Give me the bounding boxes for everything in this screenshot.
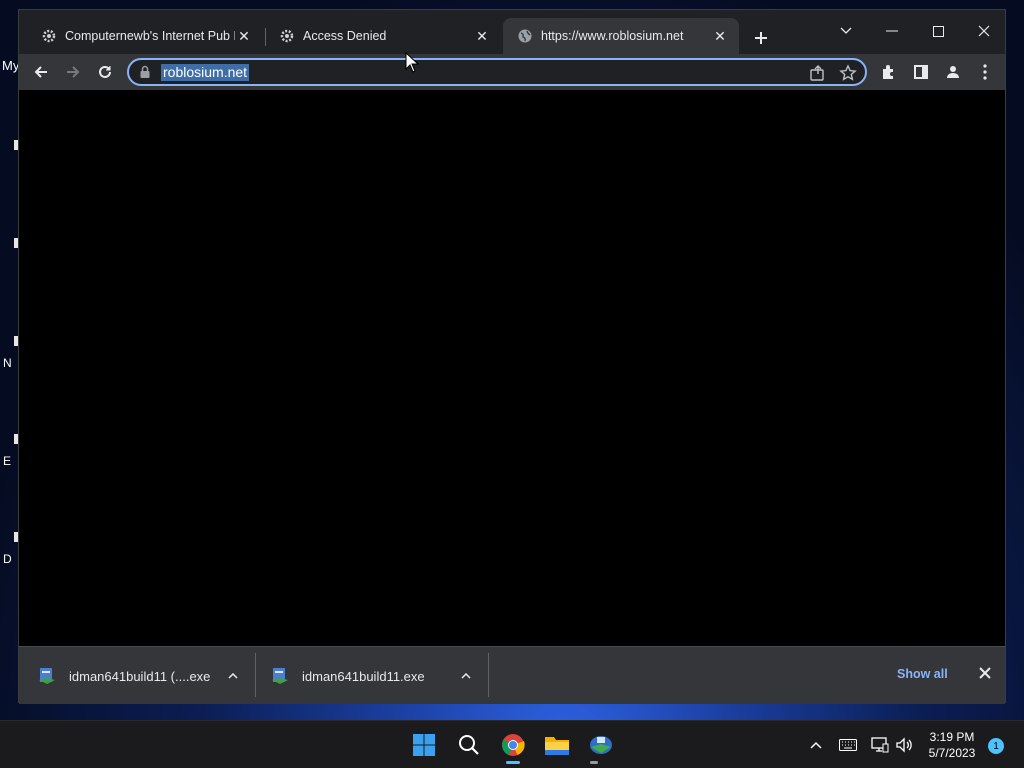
tab-strip: Computernewb's Internet Pub H ✕ Access D… xyxy=(19,10,1005,54)
show-all-downloads-link[interactable]: Show all xyxy=(897,667,948,681)
desktop-icon[interactable]: E xyxy=(0,414,20,474)
taskbar: 3:19 PM 5/7/2023 1 xyxy=(0,720,1024,768)
close-tab-icon[interactable]: ✕ xyxy=(711,27,729,45)
reload-icon xyxy=(99,65,111,78)
show-hidden-icons-chevron-up-icon[interactable] xyxy=(806,736,826,754)
running-app-indicator xyxy=(590,761,598,764)
download-filename: idman641build11.exe xyxy=(302,668,425,684)
idm-installer-icon xyxy=(272,668,288,684)
windows-start-icon[interactable] xyxy=(410,731,438,759)
back-arrow-icon xyxy=(34,66,47,78)
tab-title: Access Denied xyxy=(303,29,387,43)
desktop-icon-label: D xyxy=(3,552,12,566)
address-bar-url: roblosium.net xyxy=(161,64,250,81)
forward-button[interactable] xyxy=(59,58,87,86)
new-tab-button[interactable] xyxy=(747,26,775,50)
desktop-icon[interactable]: D xyxy=(0,512,20,572)
side-panel-button[interactable] xyxy=(907,58,935,86)
notification-badge[interactable]: 1 xyxy=(988,738,1004,754)
desktop-icon-label: E xyxy=(3,454,12,468)
clock-time: 3:19 PM xyxy=(929,730,975,744)
minimize-button[interactable] xyxy=(869,16,915,46)
profile-icon xyxy=(947,66,959,78)
close-window-button[interactable] xyxy=(961,16,1007,46)
file-explorer-icon[interactable] xyxy=(543,731,571,759)
chrome-icon[interactable] xyxy=(499,731,527,759)
kebab-menu-icon xyxy=(983,64,987,80)
address-bar[interactable]: roblosium.net xyxy=(127,58,867,86)
lock-icon xyxy=(140,65,150,78)
back-button[interactable] xyxy=(27,58,55,86)
share-icon[interactable] xyxy=(809,64,827,82)
download-item[interactable]: idman641build11 (....exe xyxy=(37,647,238,705)
maximize-button[interactable] xyxy=(915,16,961,46)
extensions-button[interactable] xyxy=(875,58,903,86)
chrome-menu-button[interactable] xyxy=(971,58,999,86)
clock-date: 5/7/2023 xyxy=(928,746,976,760)
side-panel-icon xyxy=(914,65,928,79)
mouse-cursor-icon xyxy=(405,52,419,73)
close-downloads-bar-icon[interactable] xyxy=(979,667,991,679)
puzzle-icon xyxy=(883,65,893,79)
downloads-divider xyxy=(255,653,256,697)
desktop-icon-label: N xyxy=(3,356,12,370)
downloads-divider xyxy=(488,653,489,697)
tab-internet-pub[interactable]: Computernewb's Internet Pub H ✕ xyxy=(27,18,263,54)
idm-installer-icon xyxy=(39,668,55,684)
download-item[interactable]: idman641build11.exe xyxy=(270,647,471,705)
forward-arrow-icon xyxy=(67,66,80,78)
close-tab-icon[interactable]: ✕ xyxy=(235,27,253,45)
gear-favicon-icon xyxy=(41,28,57,44)
downloads-bar: idman641build11 (....exe idman641build11… xyxy=(19,646,1005,704)
tab-title: https://www.roblosium.net xyxy=(541,29,684,43)
keyboard-icon[interactable] xyxy=(838,736,858,754)
tab-access-denied[interactable]: Access Denied ✕ xyxy=(265,18,501,54)
internet-download-manager-icon[interactable] xyxy=(587,731,615,759)
network-icon[interactable] xyxy=(870,736,890,754)
desktop-icon[interactable] xyxy=(0,218,20,278)
globe-icon xyxy=(517,28,533,44)
close-tab-icon[interactable]: ✕ xyxy=(473,27,491,45)
system-clock[interactable]: 3:19 PM 5/7/2023 xyxy=(920,729,984,761)
maximize-icon xyxy=(932,25,944,37)
desktop-icon[interactable] xyxy=(0,120,20,180)
chevron-up-icon[interactable] xyxy=(228,673,238,679)
page-viewport[interactable] xyxy=(19,90,1005,646)
tab-title: Computernewb's Internet Pub H xyxy=(65,29,235,43)
chrome-window: Computernewb's Internet Pub H ✕ Access D… xyxy=(18,9,1006,704)
chevron-up-icon[interactable] xyxy=(461,673,471,679)
chevron-down-icon xyxy=(840,27,852,34)
profile-button[interactable] xyxy=(939,58,967,86)
reload-button[interactable] xyxy=(91,58,119,86)
tab-search-button[interactable] xyxy=(823,16,869,46)
volume-icon[interactable] xyxy=(894,736,914,754)
search-icon[interactable] xyxy=(455,731,483,759)
active-app-indicator xyxy=(506,761,520,764)
gear-favicon-icon xyxy=(279,28,295,44)
browser-toolbar: roblosium.net xyxy=(19,54,1005,90)
close-icon xyxy=(978,25,990,37)
tab-roblosium[interactable]: https://www.roblosium.net ✕ xyxy=(503,18,739,54)
minimize-icon xyxy=(886,30,898,32)
desktop-label-fragment: My xyxy=(2,58,20,73)
desktop-icon[interactable]: N xyxy=(0,316,20,376)
bookmark-star-icon[interactable] xyxy=(839,64,857,82)
download-filename: idman641build11 (....exe xyxy=(69,668,211,684)
